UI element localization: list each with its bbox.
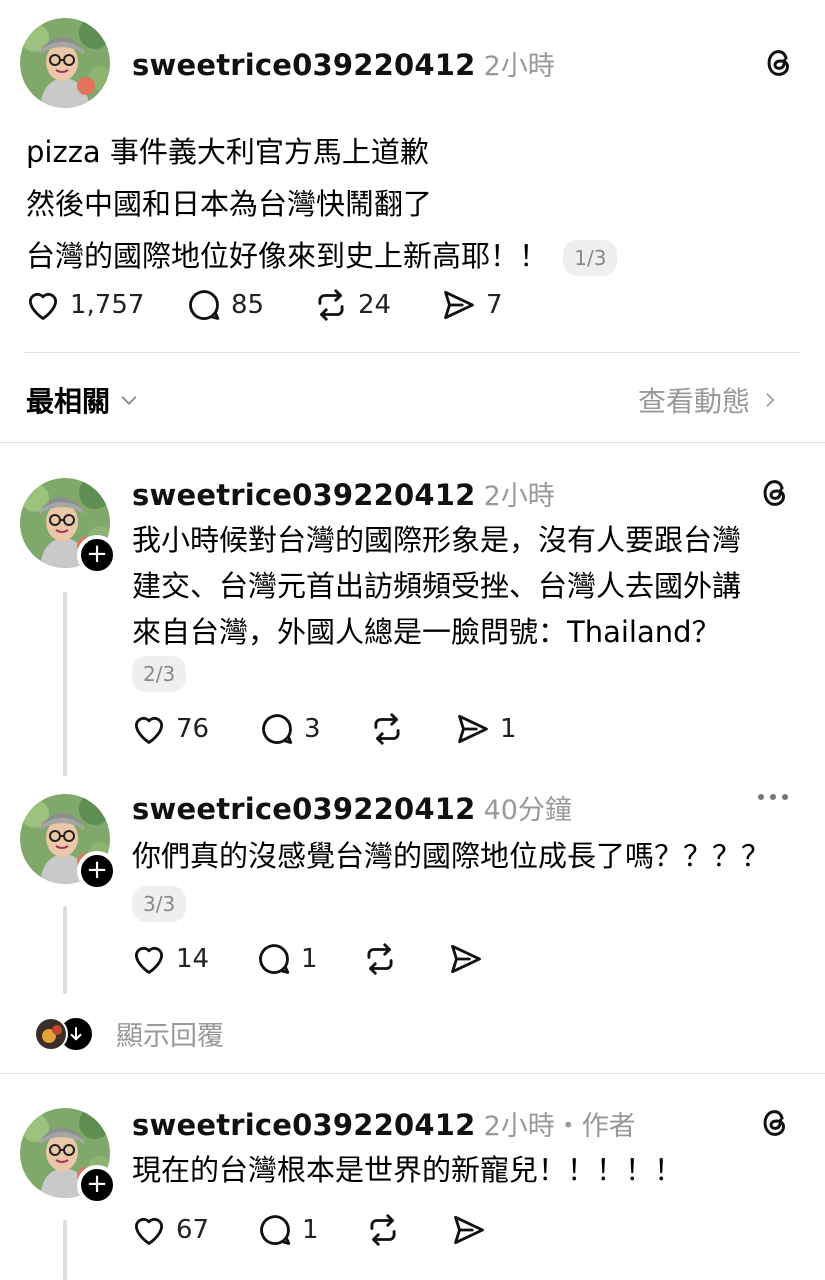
reply-line: 來自台灣，外國人總是一臉問號：Thailand？ <box>132 615 721 649</box>
heart-icon <box>130 940 168 978</box>
share-count: 1 <box>500 714 517 744</box>
plus-icon: + <box>86 855 108 885</box>
comment-button[interactable]: 1 <box>255 940 318 978</box>
like-count: 1,757 <box>70 290 145 320</box>
heart-icon <box>130 710 168 748</box>
repost-icon <box>364 1211 402 1249</box>
chevron-down-icon <box>121 396 137 405</box>
timestamp: 2小時 <box>483 481 555 512</box>
comment-button[interactable]: 1 <box>256 1211 319 1249</box>
reply-body: 我小時候對台灣的國際形象是，沒有人要跟台灣 建交、台灣元首出訪頻頻受挫、台灣人去… <box>132 516 812 654</box>
repost-icon <box>368 710 406 748</box>
comment-count: 3 <box>304 714 321 744</box>
post-line: 然後中國和日本為台灣快鬧翻了 <box>26 187 433 221</box>
share-icon <box>440 286 478 324</box>
timestamp: 2小時・作者 <box>483 1111 636 1142</box>
follow-button[interactable]: + <box>77 1165 117 1205</box>
sort-dropdown[interactable]: 最相關 <box>26 380 140 420</box>
repost-button[interactable] <box>364 1211 402 1249</box>
comment-icon <box>255 940 293 978</box>
timestamp: 2小時 <box>483 51 555 82</box>
reply-line: 建交、台灣元首出訪頻頻受挫、台灣人去國外講 <box>132 569 742 603</box>
heart-icon <box>24 286 62 324</box>
reply-avatar <box>34 1016 68 1051</box>
threads-logo-icon[interactable] <box>758 476 792 510</box>
like-button[interactable]: 67 <box>130 1211 209 1249</box>
comment-count: 1 <box>302 1215 319 1245</box>
pagination-badge: 1/3 <box>563 240 618 276</box>
username[interactable]: sweetrice039220412 <box>132 1108 476 1142</box>
repost-icon <box>361 940 399 978</box>
share-count: 7 <box>486 290 503 320</box>
repost-icon <box>312 286 350 324</box>
post-header: sweetrice039220412 2小時 <box>132 44 555 83</box>
share-icon <box>454 710 492 748</box>
repost-count: 24 <box>358 290 392 320</box>
post-line: 台灣的國際地位好像來到史上新高耶！！ <box>26 239 549 273</box>
reply-line: 現在的台灣根本是世界的新寵兒！！！！！ <box>132 1153 684 1187</box>
repost-button[interactable] <box>368 710 406 748</box>
like-count: 67 <box>176 1215 210 1245</box>
username[interactable]: sweetrice039220412 <box>132 48 476 82</box>
share-button[interactable]: 1 <box>454 710 517 748</box>
follow-button[interactable]: + <box>77 851 117 891</box>
reply-header: sweetrice039220412 2小時 <box>132 474 555 513</box>
pagination-badge: 3/3 <box>132 886 187 922</box>
plus-icon: + <box>86 539 108 569</box>
show-replies-button[interactable]: 顯示回覆 <box>34 1014 224 1053</box>
comment-button[interactable]: 85 <box>185 286 264 324</box>
username[interactable]: sweetrice039220412 <box>132 478 476 512</box>
repost-button[interactable]: 24 <box>312 286 391 324</box>
divider <box>0 442 825 443</box>
share-button[interactable]: 7 <box>440 286 503 324</box>
share-icon <box>450 1211 488 1249</box>
thread-line <box>63 1220 67 1280</box>
thread-line <box>63 592 67 776</box>
like-button[interactable]: 1,757 <box>24 286 144 324</box>
like-count: 14 <box>176 944 210 974</box>
heart-icon <box>130 1211 168 1249</box>
share-button[interactable] <box>450 1211 488 1249</box>
threads-logo-icon[interactable] <box>762 46 796 80</box>
comment-icon <box>185 286 223 324</box>
avatar[interactable] <box>20 18 110 108</box>
reply-line: 我小時候對台灣的國際形象是，沒有人要跟台灣 <box>132 523 742 557</box>
comment-icon <box>258 710 296 748</box>
like-button[interactable]: 76 <box>130 710 209 748</box>
chevron-right-icon <box>766 393 775 407</box>
like-button[interactable]: 14 <box>130 940 209 978</box>
follow-button[interactable]: + <box>77 535 117 575</box>
view-activity-label: 查看動態 <box>638 385 751 418</box>
reply-header: sweetrice039220412 40分鐘 <box>132 788 572 827</box>
share-icon <box>447 940 485 978</box>
comment-button[interactable]: 3 <box>258 710 321 748</box>
comment-count: 85 <box>231 290 265 320</box>
show-replies-label: 顯示回覆 <box>116 1021 224 1052</box>
post-body: pizza 事件義大利官方馬上道歉 然後中國和日本為台灣快鬧翻了 台灣的國際地位… <box>26 128 806 284</box>
repost-button[interactable] <box>361 940 399 978</box>
divider <box>24 352 800 353</box>
post-line: pizza 事件義大利官方馬上道歉 <box>26 135 429 169</box>
plus-icon: + <box>86 1169 108 1199</box>
reply-line: 你們真的沒感覺台灣的國際地位成長了嗎？？？？ <box>132 839 771 873</box>
timestamp: 40分鐘 <box>483 795 572 826</box>
comment-count: 1 <box>301 944 318 974</box>
more-icon[interactable] <box>758 794 788 800</box>
pagination-badge: 2/3 <box>132 656 187 692</box>
reply-header: sweetrice039220412 2小時・作者 <box>132 1104 636 1143</box>
divider <box>0 1073 825 1074</box>
reply-body: 你們真的沒感覺台灣的國際地位成長了嗎？？？？ <box>132 832 812 878</box>
share-button[interactable] <box>447 940 485 978</box>
sort-label: 最相關 <box>26 385 111 418</box>
like-count: 76 <box>176 714 210 744</box>
view-activity-link[interactable]: 查看動態 <box>638 380 780 420</box>
thread-line <box>63 906 67 994</box>
comment-icon <box>256 1211 294 1249</box>
threads-logo-icon[interactable] <box>758 1106 792 1140</box>
reply-body: 現在的台灣根本是世界的新寵兒！！！！！ <box>132 1146 812 1192</box>
username[interactable]: sweetrice039220412 <box>132 792 476 826</box>
